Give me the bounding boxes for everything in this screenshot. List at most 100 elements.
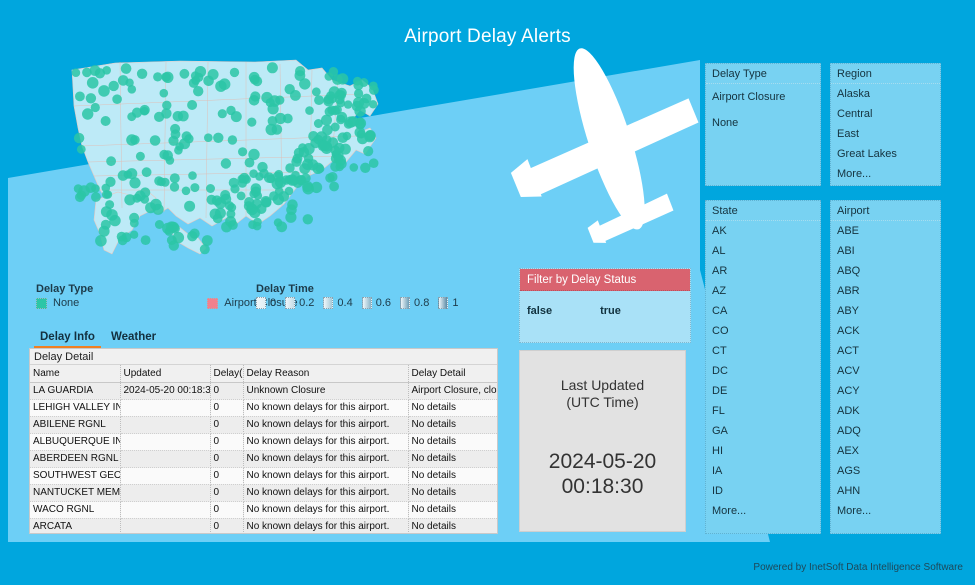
- airport-dot[interactable]: [354, 88, 364, 99]
- filter-item-state-fl[interactable]: FL: [706, 401, 820, 421]
- delay-detail-table[interactable]: NameUpdatedDelay(mDelay ReasonDelay Deta…: [30, 365, 497, 533]
- filter-item-state-hi[interactable]: HI: [706, 441, 820, 461]
- airport-dot[interactable]: [94, 68, 106, 79]
- table-row[interactable]: SOUTHWEST GEO 0 No known delays for this a…: [30, 467, 497, 485]
- table-row[interactable]: NANTUCKET MEM(0 No known delays for this …: [30, 484, 497, 502]
- filter-item-state-id[interactable]: ID: [706, 481, 820, 501]
- airport-dot[interactable]: [188, 171, 197, 180]
- airport-dot[interactable]: [364, 131, 376, 143]
- airport-dot[interactable]: [327, 172, 338, 182]
- airport-dot[interactable]: [201, 235, 213, 246]
- airport-dot[interactable]: [353, 76, 362, 86]
- filter-item-state-ia[interactable]: IA: [706, 461, 820, 481]
- airport-dot[interactable]: [343, 100, 353, 109]
- airport-dot[interactable]: [327, 105, 337, 115]
- airport-dot[interactable]: [275, 95, 285, 105]
- filter-item-airport-ack[interactable]: ACK: [831, 321, 940, 341]
- airport-dot[interactable]: [303, 143, 315, 155]
- airport-dot[interactable]: [311, 87, 321, 97]
- us-airport-map[interactable]: [60, 58, 400, 283]
- table-row[interactable]: LEHIGH VALLEY IN 0 No known delays for thi…: [30, 399, 497, 417]
- airport-dot[interactable]: [126, 134, 138, 146]
- filter-item-airport-aby[interactable]: ABY: [831, 301, 940, 321]
- filter-item-state-dc[interactable]: DC: [706, 361, 820, 381]
- airport-dot[interactable]: [224, 201, 235, 211]
- airport-dot[interactable]: [139, 104, 150, 116]
- airport-dot[interactable]: [276, 221, 288, 233]
- table-header-cell[interactable]: Name: [30, 365, 121, 383]
- airport-dot[interactable]: [169, 173, 180, 184]
- airport-dot[interactable]: [120, 63, 132, 74]
- airport-dot[interactable]: [204, 133, 213, 142]
- airport-dot[interactable]: [98, 225, 110, 237]
- airport-dot[interactable]: [135, 151, 145, 161]
- airport-dot[interactable]: [230, 111, 242, 123]
- filter-item-airport-adq[interactable]: ADQ: [831, 421, 940, 441]
- airport-dot[interactable]: [220, 158, 232, 169]
- filter-item-airport-abe[interactable]: ABE: [831, 221, 940, 241]
- airport-dot[interactable]: [117, 235, 128, 246]
- tab-bar[interactable]: Delay Info Weather: [34, 331, 166, 349]
- filter-list-delay-type[interactable]: Delay Type Airport Closure None: [705, 63, 821, 186]
- airport-dot[interactable]: [271, 178, 283, 190]
- airport-dot[interactable]: [169, 182, 180, 192]
- airport-dot[interactable]: [141, 167, 152, 178]
- delay-detail-panel[interactable]: Delay Detail NameUpdatedDelay(mDelay Rea…: [29, 348, 498, 534]
- airport-dot[interactable]: [330, 145, 341, 156]
- airport-dot[interactable]: [292, 153, 303, 164]
- airport-dot[interactable]: [368, 100, 378, 109]
- airport-dot[interactable]: [112, 94, 122, 104]
- airport-dot[interactable]: [250, 183, 262, 194]
- airport-dot[interactable]: [290, 90, 301, 101]
- airport-dot[interactable]: [238, 147, 248, 157]
- airport-dot[interactable]: [103, 190, 113, 199]
- filter-item-airport-acv[interactable]: ACV: [831, 361, 940, 381]
- airport-dot[interactable]: [91, 184, 100, 193]
- filter-item-airport-acy[interactable]: ACY: [831, 381, 940, 401]
- filter-list-state-items[interactable]: AK AL AR AZ CA CO CT DC DE FL GA HI IA ID More...: [706, 221, 820, 521]
- airport-dot[interactable]: [248, 148, 260, 161]
- filter-list-airport[interactable]: Airport ABE ABI ABQ ABR ABY ACK ACT ACV ACY ADK AD…: [830, 200, 941, 534]
- airport-dot[interactable]: [82, 67, 92, 78]
- table-header-cell[interactable]: Delay(m: [210, 365, 244, 383]
- airport-dot[interactable]: [98, 85, 110, 97]
- airport-dot[interactable]: [260, 196, 272, 207]
- airport-dot[interactable]: [322, 124, 333, 136]
- map-canvas[interactable]: [60, 58, 400, 283]
- airport-dot[interactable]: [85, 93, 97, 104]
- filter-item-state-al[interactable]: AL: [706, 241, 820, 261]
- airport-dot[interactable]: [73, 184, 83, 193]
- airport-dot[interactable]: [124, 194, 136, 206]
- airport-dot[interactable]: [177, 110, 189, 122]
- filter-item-state-ct[interactable]: CT: [706, 341, 820, 361]
- filter-item-state-more[interactable]: More...: [706, 501, 820, 521]
- airport-dot[interactable]: [267, 116, 278, 126]
- tab-weather[interactable]: Weather: [105, 331, 162, 349]
- airport-dot[interactable]: [213, 132, 224, 143]
- airport-dot[interactable]: [286, 204, 297, 215]
- filter-item-airport-ahn[interactable]: AHN: [831, 481, 940, 501]
- airport-dot[interactable]: [157, 177, 166, 187]
- airport-dot[interactable]: [181, 186, 191, 196]
- airport-dot[interactable]: [149, 135, 161, 146]
- filter-item-state-ca[interactable]: CA: [706, 301, 820, 321]
- airport-dot[interactable]: [159, 149, 169, 160]
- airport-dot[interactable]: [255, 172, 264, 181]
- airport-dot[interactable]: [302, 182, 314, 195]
- airport-dot[interactable]: [221, 221, 232, 233]
- airport-dot[interactable]: [248, 71, 260, 83]
- table-row[interactable]: ALBUQUERQUE IN 0 No known delays for this …: [30, 433, 497, 451]
- airport-dot[interactable]: [265, 98, 275, 108]
- airport-dot[interactable]: [250, 91, 261, 102]
- airport-dot[interactable]: [229, 67, 240, 78]
- airport-dot[interactable]: [170, 123, 181, 134]
- airport-dot[interactable]: [126, 168, 138, 180]
- table-row[interactable]: LA GUARDIA 2024-05-20 00:18:30 0 Unknown Cl…: [30, 382, 497, 400]
- filter-list-region[interactable]: Region Alaska Central East Great Lakes More.…: [830, 63, 941, 186]
- airport-dot[interactable]: [105, 176, 116, 187]
- airport-dot[interactable]: [329, 181, 339, 192]
- airport-dot[interactable]: [321, 114, 332, 126]
- airport-dot[interactable]: [368, 158, 379, 168]
- airport-dot[interactable]: [360, 162, 371, 173]
- airport-dot[interactable]: [330, 161, 341, 172]
